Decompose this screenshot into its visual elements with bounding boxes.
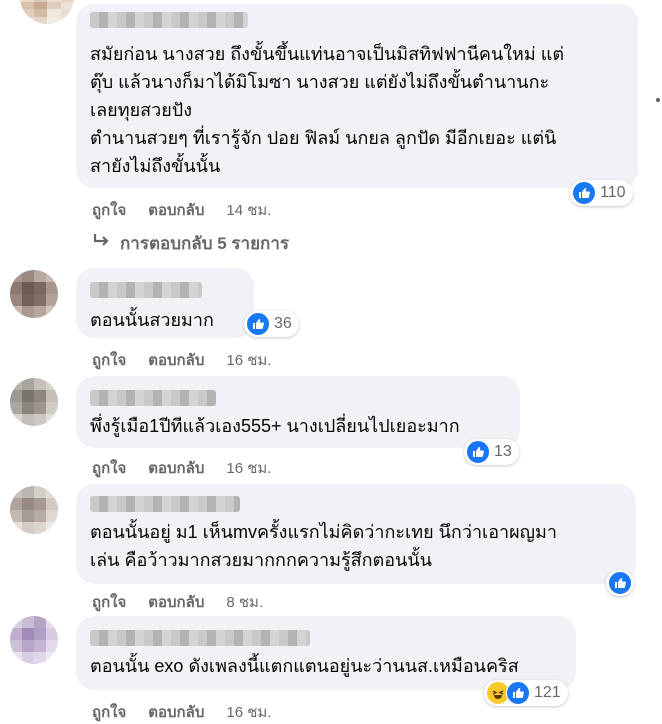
avatar[interactable] — [10, 270, 58, 318]
reply-button[interactable]: ตอบกลับ — [148, 590, 204, 614]
comment-actions: ถูกใจ ตอบกลับ 8 ชม. — [92, 590, 263, 614]
comment-actions: ถูกใจ ตอบกลับ 14 ชม. — [92, 198, 271, 222]
comment-text: ตอนนั้น exo ดังเพลงนี้แตกแตนอยู่นะว่านนส… — [90, 656, 519, 676]
comment-text: พึ่งรู้เมือ1ปีทีแล้วเอง555+ นางเปลี่ยนไป… — [90, 416, 460, 436]
like-button[interactable]: ถูกใจ — [92, 700, 126, 724]
comment-text: ตอนนั้นอยู่ ม1 เห็นmvครั้งแรกไม่คิดว่ากะ… — [90, 522, 557, 570]
view-replies-label: การตอบกลับ 5 รายการ — [120, 234, 290, 253]
reaction-count[interactable]: 110 — [570, 180, 633, 206]
reply-button[interactable]: ตอบกลับ — [148, 456, 204, 480]
comment-bubble: สมัยก่อน นางสวย ถึงขั้นขึ้นแท่นอาจเป็นมิ… — [76, 4, 638, 188]
reaction-number: 110 — [600, 184, 626, 201]
commenter-name[interactable] — [90, 630, 310, 646]
timestamp[interactable]: 8 ชม. — [226, 590, 263, 614]
like-button[interactable]: ถูกใจ — [92, 590, 126, 614]
comment-bubble: พึ่งรู้เมือ1ปีทีแล้วเอง555+ นางเปลี่ยนไป… — [76, 376, 520, 448]
comment-bubble: ตอนนั้นอยู่ ม1 เห็นmvครั้งแรกไม่คิดว่ากะ… — [76, 484, 636, 584]
timestamp[interactable]: 14 ชม. — [226, 198, 271, 222]
avatar[interactable] — [20, 0, 74, 24]
comment-text: สมัยก่อน นางสวย ถึงขั้นขึ้นแท่นอาจเป็นมิ… — [90, 44, 565, 176]
timestamp[interactable]: 16 ชม. — [226, 700, 271, 724]
like-icon — [572, 181, 596, 205]
like-button[interactable]: ถูกใจ — [92, 456, 126, 480]
like-icon — [466, 440, 490, 464]
reply-arrow-icon — [92, 233, 112, 254]
reaction-number: 13 — [494, 443, 512, 460]
comment-text: ตอนนั้นสวยมาก — [90, 310, 214, 330]
commenter-name[interactable] — [90, 282, 202, 298]
reply-button[interactable]: ตอบกลับ — [148, 700, 204, 724]
reaction-count[interactable]: 36 — [244, 311, 299, 337]
reaction-count[interactable] — [606, 570, 634, 596]
reaction-count[interactable]: 121 — [484, 680, 568, 706]
avatar[interactable] — [10, 378, 58, 426]
timestamp[interactable]: 16 ชม. — [226, 456, 271, 480]
comment-actions: ถูกใจ ตอบกลับ 16 ชม. — [92, 348, 271, 372]
comment-actions: ถูกใจ ตอบกลับ 16 ชม. — [92, 456, 271, 480]
comment-actions: ถูกใจ ตอบกลับ 16 ชม. — [92, 700, 271, 724]
like-icon — [246, 312, 270, 336]
reaction-number: 121 — [534, 684, 561, 701]
like-icon — [608, 571, 632, 595]
commenter-name[interactable] — [90, 496, 240, 512]
avatar[interactable] — [10, 616, 58, 664]
like-button[interactable]: ถูกใจ — [92, 198, 126, 222]
view-replies-link[interactable]: การตอบกลับ 5 รายการ — [92, 230, 289, 257]
comment-bubble: ตอนนั้นสวยมาก — [76, 268, 254, 338]
commenter-name[interactable] — [90, 12, 248, 28]
like-button[interactable]: ถูกใจ — [92, 348, 126, 372]
reaction-count[interactable]: 13 — [464, 439, 519, 465]
reaction-number: 36 — [274, 315, 292, 332]
reply-button[interactable]: ตอบกลับ — [148, 348, 204, 372]
like-icon — [506, 681, 530, 705]
avatar[interactable] — [10, 486, 58, 534]
commenter-name[interactable] — [90, 390, 216, 406]
timestamp[interactable]: 16 ชม. — [226, 348, 271, 372]
comment-bubble: ตอนนั้น exo ดังเพลงนี้แตกแตนอยู่นะว่านนส… — [76, 616, 576, 690]
reply-button[interactable]: ตอบกลับ — [148, 198, 204, 222]
options-dot[interactable] — [656, 98, 660, 102]
